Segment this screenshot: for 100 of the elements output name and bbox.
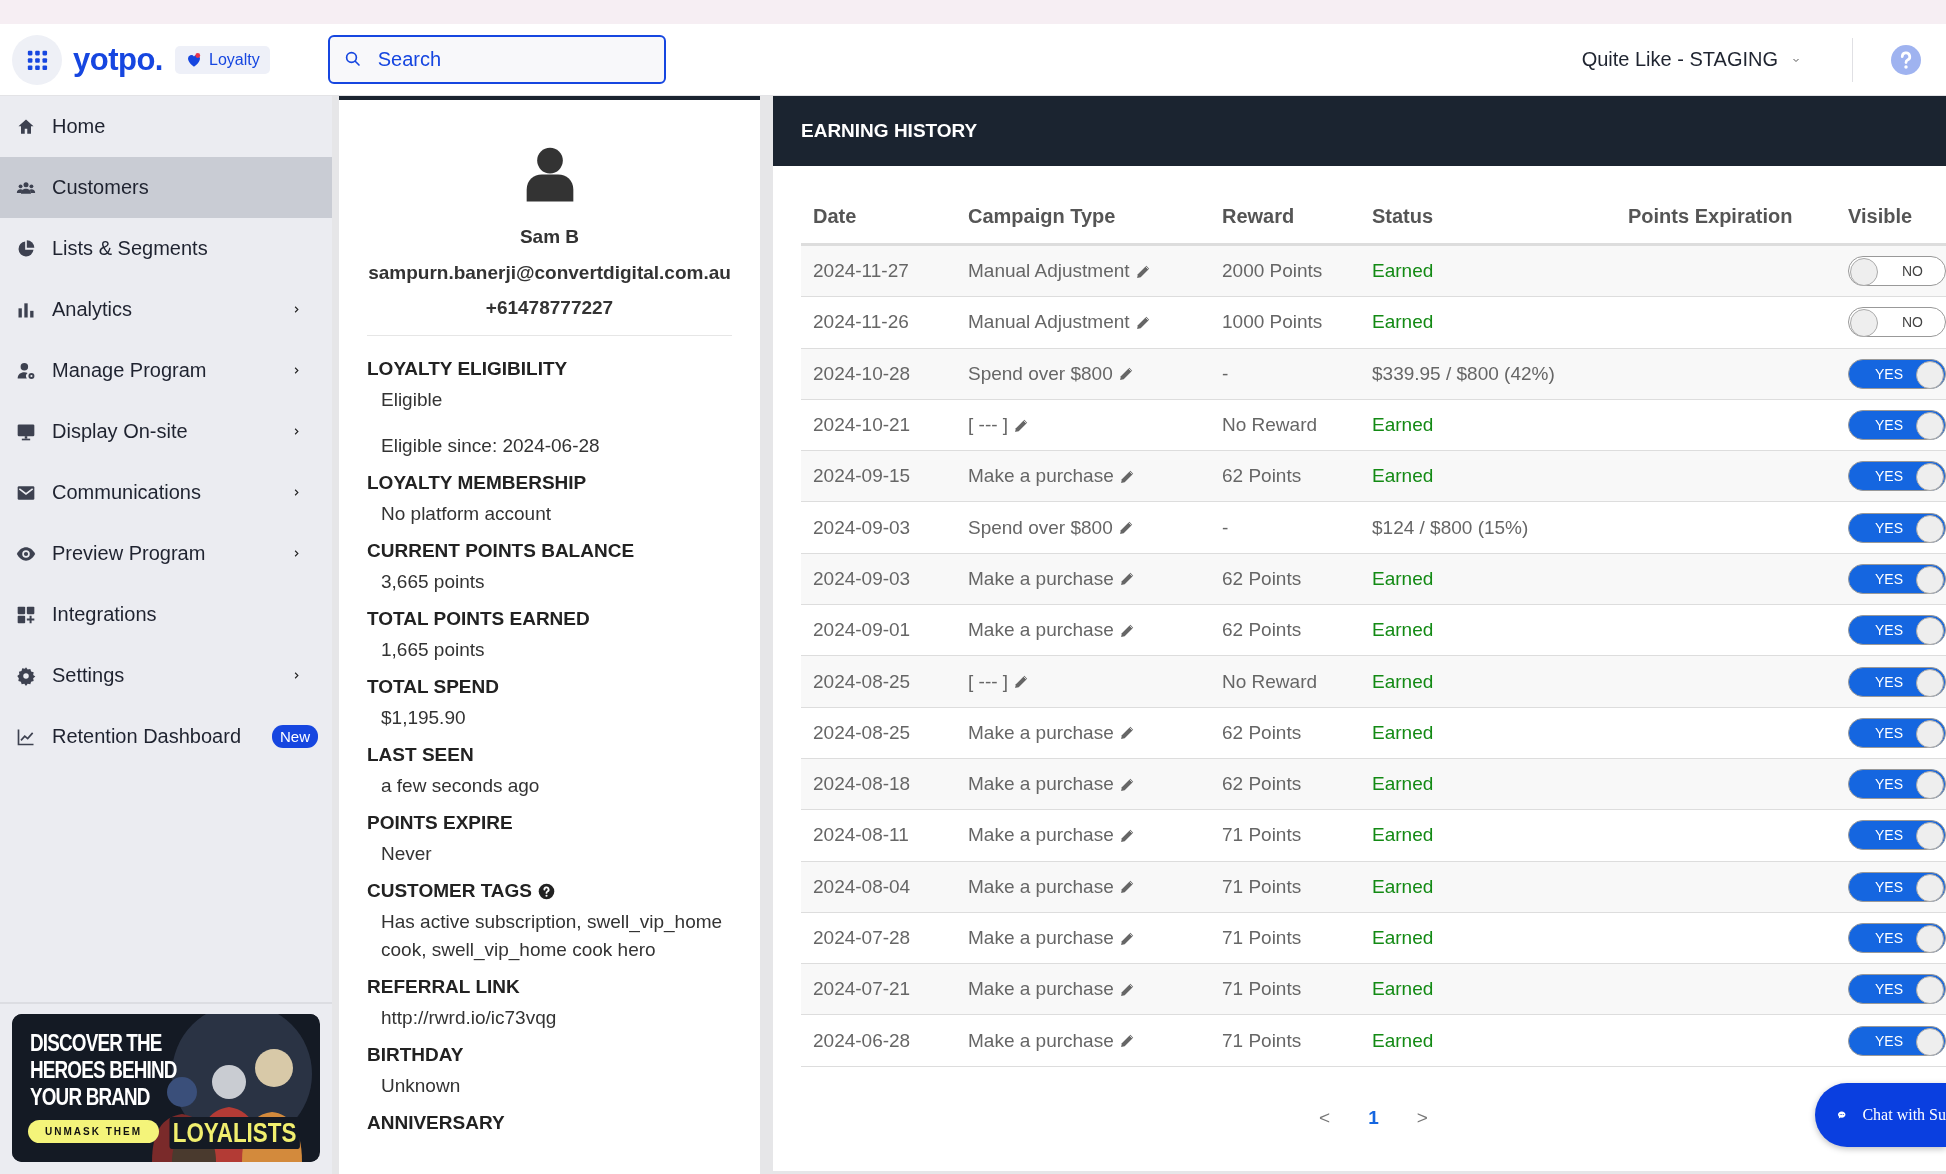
logo-text: yotpo. <box>73 41 163 78</box>
visibility-toggle[interactable]: YES <box>1848 512 1946 543</box>
table-cell: Earned <box>1360 861 1616 913</box>
field-value: http://rwrd.io/ic73vqg <box>380 1006 558 1030</box>
nav-item[interactable]: Settings <box>0 645 332 706</box>
nav-label: Analytics <box>52 298 134 321</box>
visibility-toggle[interactable]: YES <box>1848 461 1946 492</box>
campaign-type: Make a purchase <box>968 1029 1114 1052</box>
visibility-toggle[interactable]: YES <box>1848 871 1946 902</box>
nav-item[interactable]: Home <box>0 96 332 157</box>
visibility-toggle[interactable]: YES <box>1848 820 1946 851</box>
user-gear-icon <box>16 360 36 381</box>
field-value: 3,665 points <box>380 570 486 594</box>
field-label: CURRENT POINTS BALANCE <box>367 540 636 562</box>
field-label: TOTAL POINTS EARNED <box>367 608 591 630</box>
chat-button[interactable]: Chat with Su <box>1815 1083 1946 1147</box>
table-cell: Earned <box>1360 810 1616 862</box>
nav-item[interactable]: Retention Dashboard New <box>0 706 332 767</box>
nav-label: Settings <box>52 664 126 687</box>
visibility-toggle[interactable]: YES <box>1848 358 1946 389</box>
nav-label: Preview Program <box>52 542 207 565</box>
table-cell: - <box>1210 348 1360 400</box>
field-value: a few seconds ago <box>380 774 541 798</box>
table-cell: 2024-09-03 <box>801 553 956 606</box>
field-label: ANNIVERSARY <box>367 1112 506 1134</box>
table-cell: 2024-08-04 <box>801 861 956 913</box>
table-cell: 2024-09-03 <box>801 502 956 554</box>
field-value: 1,665 points <box>380 638 486 662</box>
customer-name: Sam B <box>519 226 580 248</box>
pencil-icon[interactable] <box>1117 519 1135 537</box>
promo-cta[interactable]: UNMASK THEM <box>28 1120 159 1143</box>
visibility-toggle[interactable]: NO <box>1848 256 1946 287</box>
table-cell: Earned <box>1360 964 1616 1016</box>
next-page-button[interactable]: > <box>1414 1106 1430 1129</box>
pencil-icon[interactable] <box>1117 365 1135 383</box>
nav-item[interactable]: Analytics <box>0 279 332 340</box>
campaign-type: Spend over $800 <box>968 516 1113 539</box>
table-cell: 71 Points <box>1210 810 1360 862</box>
nav-item[interactable]: Integrations <box>0 584 332 645</box>
table-cell: 2024-11-27 <box>801 246 956 298</box>
table-cell: 2024-08-11 <box>801 810 956 862</box>
search-field[interactable]: Search <box>327 35 666 84</box>
promo-headline: DISCOVER THE <box>30 1030 163 1057</box>
visibility-toggle[interactable]: YES <box>1848 923 1946 953</box>
page-button[interactable]: 1 <box>1366 1106 1381 1129</box>
visibility-toggle[interactable]: YES <box>1848 717 1946 748</box>
table-cell: Earned <box>1360 656 1616 708</box>
nav-item[interactable]: Communications <box>0 462 332 523</box>
campaign-type: Spend over $800 <box>968 362 1113 385</box>
table-cell: 2000 Points <box>1210 246 1360 298</box>
promo-banner[interactable]: DISCOVER THE HEROES BEHIND YOUR BRAND UNMASK THEM LOYALISTS <box>12 1014 320 1162</box>
apps-menu-button[interactable] <box>12 34 62 85</box>
visibility-toggle[interactable]: YES <box>1848 1025 1946 1056</box>
nav-item[interactable]: Lists & Segments <box>0 218 332 279</box>
table-cell: 1000 Points <box>1210 297 1360 349</box>
table-cell: 2024-11-26 <box>801 297 956 349</box>
help-icon <box>1891 44 1921 75</box>
field-value: $1,195.90 <box>380 706 467 730</box>
table-cell: 2024-07-21 <box>801 964 956 1016</box>
table-cell: 2024-10-28 <box>801 348 956 400</box>
table-cell: 2024-06-28 <box>801 1015 956 1067</box>
pencil-icon[interactable] <box>1118 1032 1136 1050</box>
visibility-toggle[interactable]: YES <box>1848 666 1946 697</box>
table-cell: 62 Points <box>1210 451 1360 503</box>
nav-label: Display On-site <box>52 420 189 443</box>
nav-item[interactable]: Display On-site <box>0 401 332 462</box>
visibility-toggle[interactable]: YES <box>1848 410 1946 441</box>
campaign-type: Make a purchase <box>968 978 1114 1001</box>
visibility-toggle[interactable]: YES <box>1848 974 1946 1005</box>
new-badge: New <box>272 725 318 748</box>
field-value: Eligible <box>380 388 444 412</box>
nav-item[interactable]: Manage Program <box>0 340 332 401</box>
field-value: Never <box>380 842 433 866</box>
table-cell: 71 Points <box>1210 964 1360 1016</box>
table-cell: - <box>1210 502 1360 554</box>
visibility-toggle[interactable]: YES <box>1848 563 1946 594</box>
table-cell: Earned <box>1360 246 1616 298</box>
pencil-icon[interactable] <box>1118 878 1136 896</box>
field-value: Unknown <box>380 1074 462 1098</box>
visibility-toggle[interactable]: YES <box>1848 615 1946 646</box>
section-title: EARNING HISTORY <box>773 96 1946 166</box>
table-cell: No Reward <box>1210 656 1360 708</box>
pencil-icon[interactable] <box>1118 570 1136 588</box>
visibility-toggle[interactable]: NO <box>1848 307 1946 338</box>
store-selector[interactable]: Quite Like - STAGING <box>1581 48 1802 71</box>
table-cell: 2024-09-15 <box>801 451 956 503</box>
promo-tagline: LOYALISTS <box>169 1117 300 1149</box>
customer-email: sampurn.banerji@convertdigital.com.au <box>368 262 731 284</box>
field-label: REFERRAL LINK <box>367 976 521 998</box>
campaign-type: Make a purchase <box>968 773 1114 796</box>
pencil-icon[interactable] <box>1118 724 1136 742</box>
nav-item[interactable]: Customers <box>0 157 332 218</box>
field-label: LAST SEEN <box>367 744 475 766</box>
nav-item[interactable]: Preview Program <box>0 523 332 584</box>
field-value: No platform account <box>380 502 553 526</box>
previous-page-button[interactable]: < <box>1317 1106 1333 1129</box>
campaign-type: Manual Adjustment <box>968 311 1130 334</box>
customer-phone: +61478777227 <box>485 297 614 319</box>
visibility-toggle[interactable]: YES <box>1848 769 1946 800</box>
campaign-type: Make a purchase <box>968 465 1114 488</box>
